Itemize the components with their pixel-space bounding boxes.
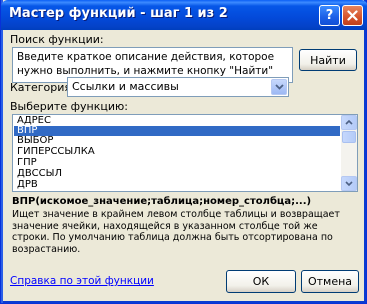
arrow-down-icon <box>345 181 353 186</box>
close-icon <box>347 10 358 21</box>
function-description: Ищет значение в крайнем левом столбце та… <box>12 209 340 255</box>
function-wizard-dialog: Мастер функций - шаг 1 из 2 ? Поиск функ… <box>0 0 367 304</box>
find-button[interactable]: Найти <box>299 49 357 71</box>
category-label: Категория: <box>10 81 75 94</box>
dialog-body: Поиск функции: Введите краткое описание … <box>4 30 365 301</box>
dialog-title: Мастер функций - шаг 1 из 2 <box>9 6 228 21</box>
category-select[interactable]: Ссылки и массивы <box>67 77 289 97</box>
ok-button[interactable]: ОК <box>226 270 296 293</box>
function-list-scrollbar[interactable] <box>341 115 357 191</box>
cancel-button[interactable]: Отмена <box>301 270 359 293</box>
scroll-thumb[interactable] <box>342 131 356 143</box>
category-selected-value: Ссылки и массивы <box>72 80 179 93</box>
help-button[interactable]: ? <box>319 5 340 26</box>
function-list[interactable]: АДРЕС ВПР ВЫБОР ГИПЕРССЫЛКА ГПР ДВССЫЛ Д… <box>12 114 358 192</box>
arrow-up-icon <box>345 120 353 125</box>
function-list-label: Выберите функцию: <box>10 100 128 113</box>
function-list-item[interactable]: ДВССЫЛ <box>14 169 340 179</box>
function-list-item[interactable]: АДРЕС <box>14 116 340 126</box>
function-list-item-selected[interactable]: ВПР <box>14 126 340 136</box>
function-signature: ВПР(искомое_значение;таблица;номер_столб… <box>12 196 312 207</box>
help-icon: ? <box>325 8 334 23</box>
function-list-item[interactable]: ДРВ <box>14 180 340 190</box>
function-list-item[interactable]: ВЫБОР <box>14 136 340 146</box>
chevron-down-icon <box>274 84 284 90</box>
function-list-item[interactable]: ГПР <box>14 158 340 168</box>
title-bar[interactable]: Мастер функций - шаг 1 из 2 ? <box>1 0 367 30</box>
help-link[interactable]: Справка по этой функции <box>10 275 154 287</box>
close-button[interactable] <box>342 5 363 26</box>
scroll-up-button[interactable] <box>341 115 357 130</box>
search-label: Поиск функции: <box>10 33 104 46</box>
scroll-down-button[interactable] <box>341 176 357 191</box>
function-list-item[interactable]: ГИПЕРССЫЛКА <box>14 147 340 157</box>
category-dropdown-button[interactable] <box>271 79 287 95</box>
